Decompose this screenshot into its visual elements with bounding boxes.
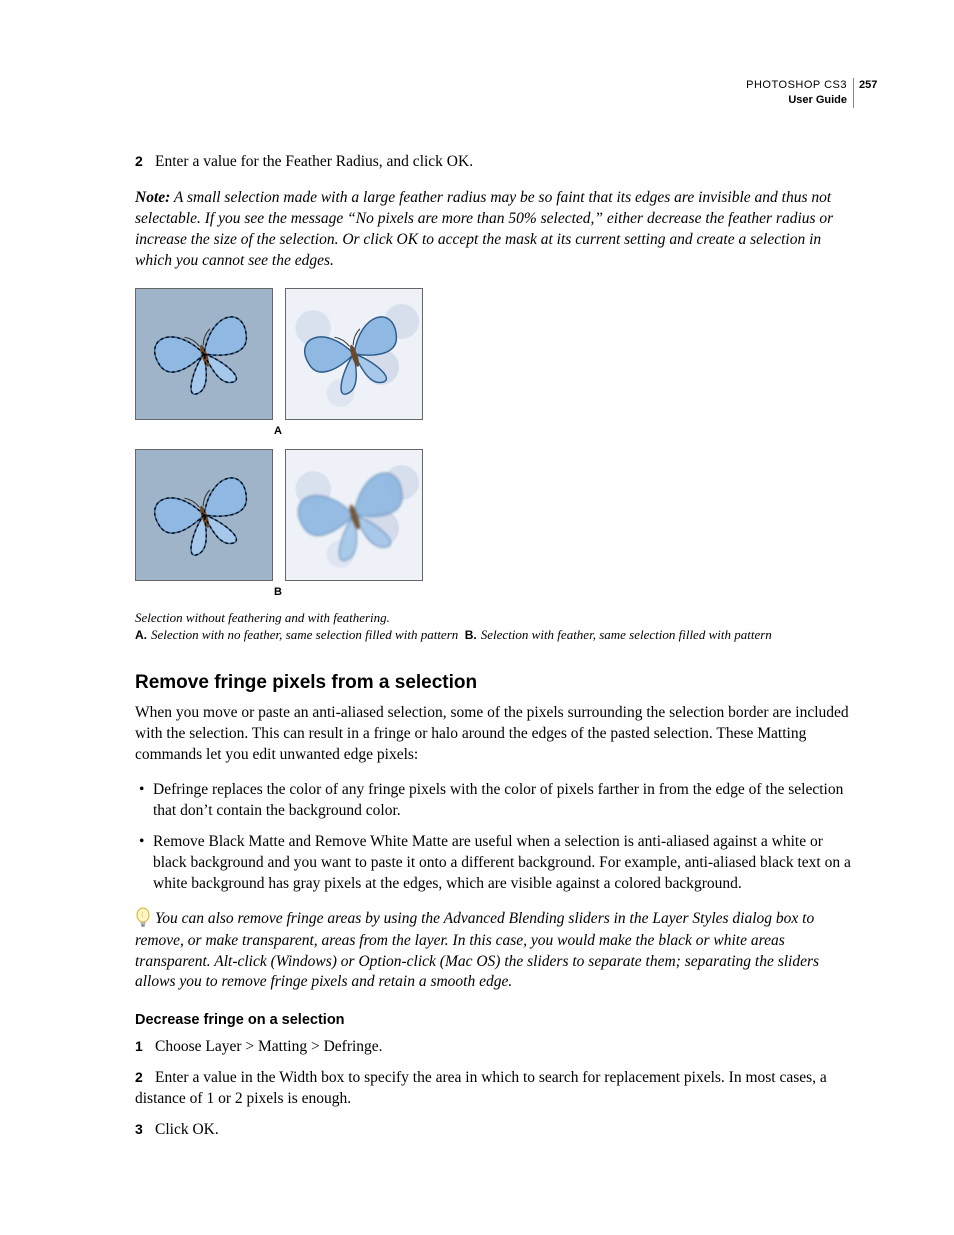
page-body: 2 Enter a value for the Feather Radius, a… [135,152,854,1141]
step-text: Enter a value for the Feather Radius, an… [155,153,473,170]
figure-label-a: A [135,424,421,439]
section-intro: When you move or paste an anti-aliased s… [135,703,854,766]
tip-text: You can also remove fringe areas by usin… [135,910,819,991]
caption-key-a: A. [135,628,147,642]
numbered-step: 1 Choose Layer > Matting > Defringe. [135,1037,854,1058]
thumb-b-right [285,449,423,581]
caption-main: Selection without feathering and with fe… [135,610,390,625]
figure-label-b: B [135,585,421,600]
figure-row-a [135,288,854,420]
figure: A [135,288,854,643]
step-text: Choose Layer > Matting > Defringe. [155,1038,383,1055]
numbered-step: 2 Enter a value for the Feather Radius, a… [135,152,854,173]
page-number: 257 [859,78,877,93]
step-number: 2 [135,1068,147,1087]
note-label: Note: [135,189,170,206]
list-item: Remove Black Matte and Remove White Matt… [135,832,854,895]
thumb-a-left [135,288,273,420]
step-number: 2 [135,152,147,171]
caption-key-b: B. [465,628,477,642]
page-header: 257 PHOTOSHOP CS3 User Guide [746,78,854,108]
step-text: Click OK. [155,1121,219,1138]
step-number: 3 [135,1120,147,1139]
note-paragraph: Note: A small selection made with a larg… [135,188,854,272]
note-text: A small selection made with a large feat… [135,189,833,269]
numbered-step: 2Enter a value in the Width box to speci… [135,1068,854,1110]
figure-caption: Selection without feathering and with fe… [135,610,854,644]
guide-label: User Guide [746,93,847,108]
step-number: 1 [135,1037,147,1056]
butterfly-icon [285,449,423,581]
thumb-b-left [135,449,273,581]
bullet-list: Defringe replaces the color of any fring… [135,780,854,895]
butterfly-icon [286,294,423,413]
list-item: Defringe replaces the color of any fring… [135,780,854,822]
caption-text-a: Selection with no feather, same selectio… [151,627,458,642]
step-text: Enter a value in the Width box to specif… [135,1069,827,1107]
butterfly-icon [136,455,273,574]
subsection-heading: Decrease fringe on a selection [135,1011,854,1031]
caption-text-b: Selection with feather, same selection f… [481,627,772,642]
figure-row-b [135,449,854,581]
lightbulb-icon [135,907,151,931]
section-heading: Remove fringe pixels from a selection [135,670,854,696]
thumb-a-right [285,288,423,420]
product-name: PHOTOSHOP CS3 [746,78,847,93]
numbered-step: 3 Click OK. [135,1120,854,1141]
document-page: 257 PHOTOSHOP CS3 User Guide 2Enter a va… [0,0,954,1235]
butterfly-icon [136,294,273,413]
tip-paragraph: You can also remove fringe areas by usin… [135,909,854,994]
